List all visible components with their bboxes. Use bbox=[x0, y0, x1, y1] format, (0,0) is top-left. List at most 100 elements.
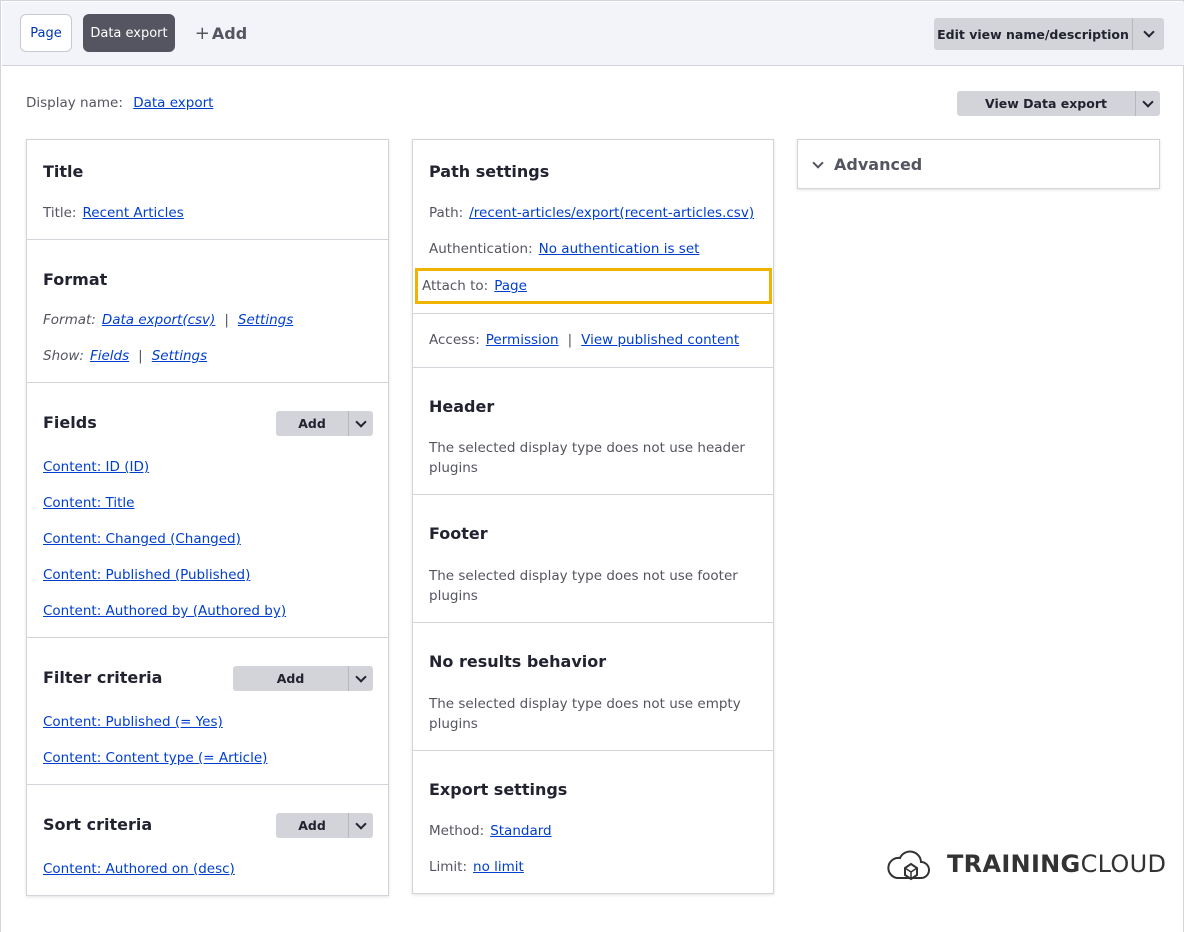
list-item: Content: Title bbox=[43, 495, 134, 511]
fields-add-button[interactable]: Add bbox=[276, 411, 348, 436]
edit-view-name-dropbutton: Edit view name/description bbox=[934, 18, 1164, 50]
no-results-heading: No results behavior bbox=[429, 652, 607, 671]
view-editor-frame: Page Data export + Add Edit view name/de… bbox=[0, 0, 1184, 932]
logo-text-rest: CLOUD bbox=[1080, 850, 1167, 878]
title-section: Title Title: Recent Articles bbox=[27, 140, 388, 240]
export-settings-heading: Export settings bbox=[429, 780, 568, 799]
header-section: Header The selected display type does no… bbox=[413, 368, 773, 495]
access-permission-link[interactable]: Permission bbox=[486, 332, 559, 348]
header-description: The selected display type does not use h… bbox=[429, 440, 745, 476]
access-row: Access: Permission | View published content bbox=[429, 332, 739, 348]
limit-link[interactable]: no limit bbox=[473, 859, 524, 875]
method-row: Method: Standard bbox=[429, 823, 552, 839]
list-item: Content: Published (= Yes) bbox=[43, 714, 223, 730]
separator: | bbox=[224, 312, 229, 328]
method-link[interactable]: Standard bbox=[490, 823, 551, 839]
format-link[interactable]: Data export(csv) bbox=[102, 312, 215, 328]
cloud-logo-icon bbox=[887, 850, 930, 881]
chevron-down-icon bbox=[355, 415, 367, 428]
field-link[interactable]: Content: Title bbox=[43, 495, 134, 511]
plus-icon: + bbox=[194, 22, 210, 44]
chevron-down-icon bbox=[1142, 95, 1154, 108]
filter-add-toggle[interactable] bbox=[348, 666, 373, 691]
attach-to-row: Attach to: Page bbox=[422, 278, 527, 294]
filter-add-button[interactable]: Add bbox=[233, 666, 348, 691]
title-heading: Title bbox=[43, 162, 84, 181]
sort-add-toggle[interactable] bbox=[348, 813, 373, 838]
display-name-label: Display name: bbox=[26, 95, 123, 111]
edit-view-toggle[interactable] bbox=[1132, 18, 1164, 50]
limit-row: Limit: no limit bbox=[429, 859, 524, 875]
title-row: Title: Recent Articles bbox=[43, 205, 184, 221]
sort-add-dropbutton: Add bbox=[276, 813, 373, 838]
list-item: Content: Published (Published) bbox=[43, 567, 250, 583]
field-link[interactable]: Content: Authored by (Authored by) bbox=[43, 603, 286, 619]
sort-add-button[interactable]: Add bbox=[276, 813, 348, 838]
column-first: Title Title: Recent Articles Format Forma… bbox=[26, 139, 389, 896]
access-label: Access: bbox=[429, 332, 480, 348]
advanced-heading[interactable]: Advanced bbox=[834, 155, 922, 174]
fields-add-toggle[interactable] bbox=[348, 411, 373, 436]
authentication-row: Authentication: No authentication is set bbox=[429, 241, 699, 257]
separator: | bbox=[567, 332, 573, 348]
logo-text-bold: TRAINING bbox=[947, 850, 1081, 878]
column-second: Path settings Path: /recent-articles/expo… bbox=[412, 139, 774, 894]
attach-to-link[interactable]: Page bbox=[494, 278, 527, 294]
format-settings-link[interactable]: Settings bbox=[238, 312, 293, 328]
title-label: Title: bbox=[43, 205, 77, 221]
sort-heading: Sort criteria bbox=[43, 815, 153, 834]
list-item: Content: Changed (Changed) bbox=[43, 531, 241, 547]
field-link[interactable]: Content: Changed (Changed) bbox=[43, 531, 241, 547]
fields-heading: Fields bbox=[43, 413, 97, 432]
no-results-description: The selected display type does not use e… bbox=[429, 696, 741, 732]
view-data-export-button[interactable]: View Data export bbox=[957, 91, 1135, 116]
add-display-label: Add bbox=[211, 23, 248, 43]
view-display-toggle[interactable] bbox=[1135, 91, 1160, 116]
limit-label: Limit: bbox=[429, 859, 468, 875]
show-settings-link[interactable]: Settings bbox=[152, 348, 207, 364]
access-view-published-link[interactable]: View published content bbox=[581, 332, 739, 348]
show-fields-link[interactable]: Fields bbox=[90, 348, 129, 364]
show-label: Show: bbox=[43, 348, 84, 364]
chevron-down-icon bbox=[355, 670, 367, 683]
format-section: Format Format: Data export(csv) | Settings … bbox=[27, 240, 388, 383]
add-display-button[interactable]: + Add bbox=[190, 14, 252, 52]
title-link[interactable]: Recent Articles bbox=[82, 205, 183, 221]
chevron-down-icon bbox=[812, 157, 824, 169]
sort-section: Sort criteria Add Content: Authored on (… bbox=[27, 785, 388, 895]
fields-add-dropbutton: Add bbox=[276, 411, 373, 436]
display-name-link[interactable]: Data export bbox=[133, 95, 213, 111]
format-label: Format: bbox=[43, 312, 96, 328]
fields-section: Fields Add Content: ID (ID) Content: Tit… bbox=[27, 383, 388, 638]
field-link[interactable]: Content: Published (Published) bbox=[43, 567, 250, 583]
authentication-label: Authentication: bbox=[429, 241, 533, 257]
path-link[interactable]: /recent-articles/export(recent-articles.… bbox=[469, 205, 754, 221]
format-heading: Format bbox=[43, 270, 108, 289]
field-link[interactable]: Content: ID (ID) bbox=[43, 459, 149, 475]
format-row: Format: Data export(csv) | Settings bbox=[43, 312, 293, 328]
access-section: Access: Permission | View published content bbox=[413, 314, 773, 368]
list-item: Content: Content type (= Article) bbox=[43, 750, 267, 766]
authentication-link[interactable]: No authentication is set bbox=[539, 241, 700, 257]
filter-heading: Filter criteria bbox=[43, 668, 163, 687]
chevron-down-icon bbox=[1142, 26, 1155, 38]
list-item: Content: Authored on (desc) bbox=[43, 861, 235, 877]
sort-link[interactable]: Content: Authored on (desc) bbox=[43, 861, 235, 877]
method-label: Method: bbox=[429, 823, 485, 839]
filter-section: Filter criteria Add Content: Published (… bbox=[27, 638, 388, 785]
advanced-panel[interactable]: Advanced bbox=[797, 139, 1160, 189]
list-item: Content: Authored by (Authored by) bbox=[43, 603, 286, 619]
filter-add-dropbutton: Add bbox=[233, 666, 373, 691]
tab-page[interactable]: Page bbox=[20, 14, 72, 52]
footer-description: The selected display type does not use f… bbox=[429, 568, 738, 604]
show-row: Show: Fields | Settings bbox=[43, 348, 207, 364]
tab-data-export[interactable]: Data export bbox=[83, 14, 175, 52]
path-row: Path: /recent-articles/export(recent-arti… bbox=[429, 205, 754, 221]
filter-link[interactable]: Content: Content type (= Article) bbox=[43, 750, 267, 766]
edit-view-name-button[interactable]: Edit view name/description bbox=[934, 18, 1132, 50]
separator: | bbox=[138, 348, 143, 364]
filter-link[interactable]: Content: Published (= Yes) bbox=[43, 714, 223, 730]
view-display-dropbutton: View Data export bbox=[957, 91, 1160, 116]
path-settings-heading: Path settings bbox=[429, 162, 550, 181]
chevron-down-icon bbox=[355, 817, 367, 830]
